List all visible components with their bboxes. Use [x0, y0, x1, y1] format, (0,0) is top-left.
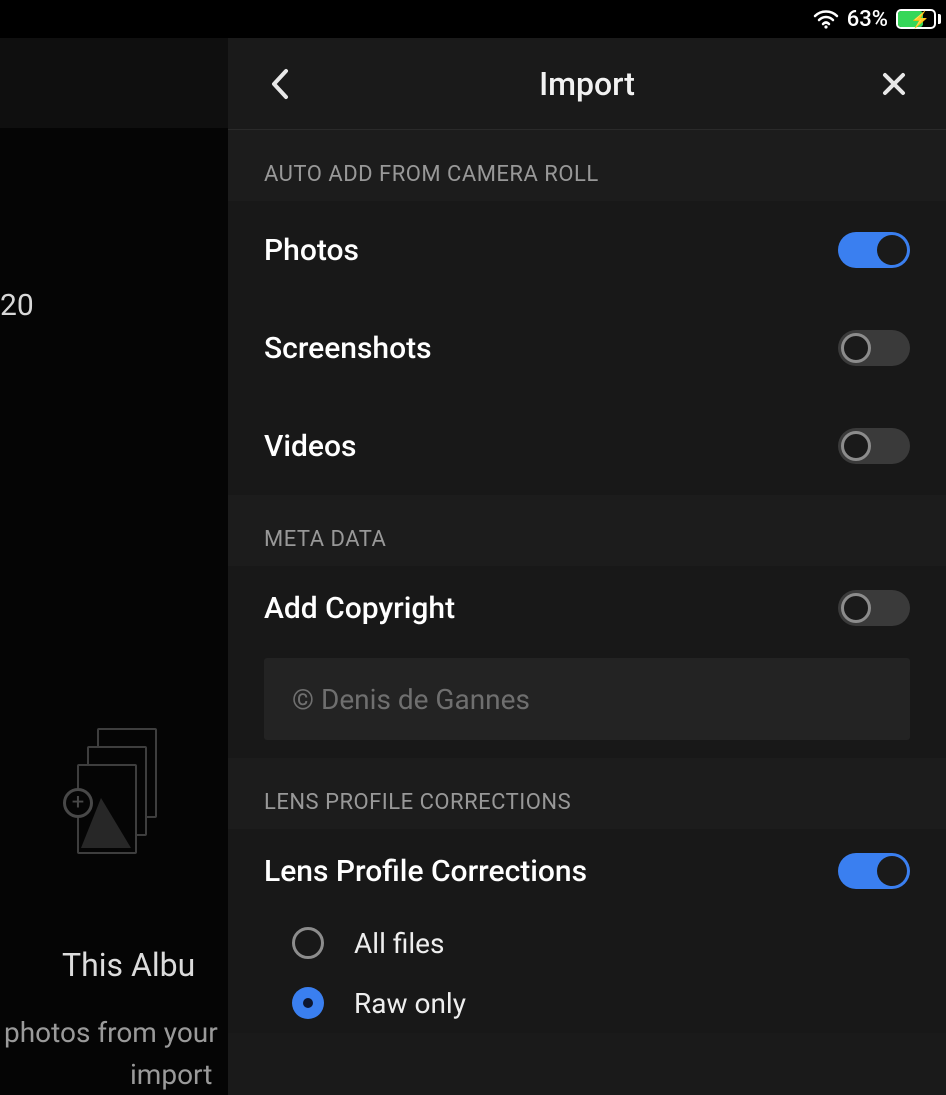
row-videos-label: Videos [264, 429, 356, 464]
radio-all-files-label: All files [354, 927, 444, 960]
radio-row-raw-only: Raw only [228, 973, 946, 1033]
status-bar: 63% ⚡ [0, 0, 946, 38]
copyright-input-placeholder: © Denis de Gannes [292, 683, 530, 716]
toggle-videos[interactable] [838, 428, 910, 464]
background-heading: This Albu [62, 946, 195, 984]
lens-group: Lens Profile Corrections All files Raw o… [228, 829, 946, 1033]
background-truncated-number: 20 [0, 288, 34, 323]
toggle-screenshots[interactable] [838, 330, 910, 366]
row-screenshots: Screenshots [228, 299, 946, 397]
auto-add-group: Photos Screenshots Videos [228, 201, 946, 495]
panel-header: Import [228, 38, 946, 130]
toggle-lens-profile[interactable] [838, 853, 910, 889]
copyright-input[interactable]: © Denis de Gannes [264, 658, 910, 740]
row-photos: Photos [228, 201, 946, 299]
radio-row-all-files: All files [228, 913, 946, 973]
row-screenshots-label: Screenshots [264, 331, 432, 366]
import-panel: Import AUTO ADD FROM CAMERA ROLL Photos … [228, 38, 946, 1095]
empty-album-placeholder-icon: + [69, 728, 159, 888]
close-button[interactable] [874, 64, 914, 104]
background-sub2: import [130, 1058, 212, 1091]
row-lens-profile: Lens Profile Corrections [228, 829, 946, 913]
radio-all-files[interactable] [292, 927, 324, 959]
background-content: 20 + This Albu photos from your import [0, 128, 228, 1095]
row-add-copyright: Add Copyright [228, 566, 946, 650]
row-add-copyright-label: Add Copyright [264, 591, 455, 626]
wifi-icon [813, 9, 839, 29]
radio-raw-only[interactable] [292, 987, 324, 1019]
row-lens-profile-label: Lens Profile Corrections [264, 854, 587, 889]
radio-raw-only-label: Raw only [354, 987, 466, 1020]
toggle-photos[interactable] [838, 232, 910, 268]
back-button[interactable] [260, 64, 300, 104]
section-header-lens: LENS PROFILE CORRECTIONS [228, 758, 946, 829]
panel-title: Import [300, 65, 874, 103]
background-sub1: photos from your [4, 1016, 218, 1049]
meta-group: Add Copyright © Denis de Gannes [228, 566, 946, 758]
toggle-add-copyright[interactable] [838, 590, 910, 626]
row-videos: Videos [228, 397, 946, 495]
section-header-auto-add: AUTO ADD FROM CAMERA ROLL [228, 130, 946, 201]
battery-percentage: 63% [847, 7, 888, 32]
battery-charging-icon: ⚡ [896, 9, 936, 29]
section-header-meta: META DATA [228, 495, 946, 566]
row-photos-label: Photos [264, 233, 359, 268]
